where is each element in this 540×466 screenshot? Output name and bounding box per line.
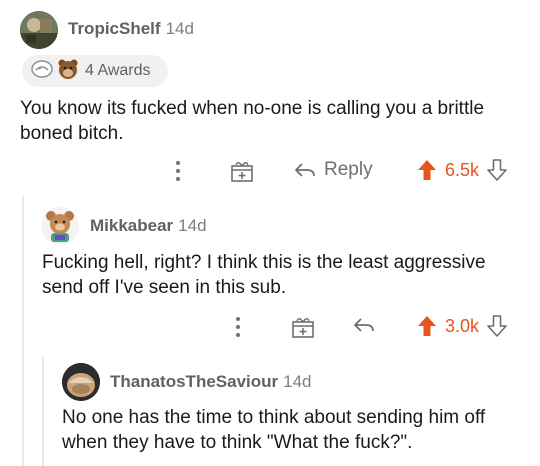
silver-award-icon xyxy=(31,59,53,84)
comment-meta: Mikkabear 14d xyxy=(90,216,207,236)
comment-body: You know its fucked when no-one is calli… xyxy=(20,98,485,144)
downvote-icon[interactable] xyxy=(487,315,507,337)
username[interactable]: TropicShelf xyxy=(68,19,161,39)
comment-body: Fucking hell, right? I think this is the… xyxy=(42,252,486,298)
upvote-icon[interactable] xyxy=(417,159,437,181)
thread-line xyxy=(22,196,24,466)
thread-line-nested xyxy=(42,357,44,466)
award-button[interactable] xyxy=(230,160,254,182)
vote-score: 3.0k xyxy=(445,315,480,336)
vote-score: 6.5k xyxy=(445,159,480,180)
comment-meta: TropicShelf 14d xyxy=(68,19,194,39)
reply-button[interactable]: Reply xyxy=(294,159,373,181)
vote-group: 3.0k xyxy=(417,315,507,337)
more-button[interactable] xyxy=(174,160,182,182)
bear-award-icon xyxy=(57,58,79,85)
awards-count: 4 Awards xyxy=(85,62,151,79)
username[interactable]: ThanatosTheSaviour xyxy=(110,372,278,392)
award-gift-icon xyxy=(292,318,314,338)
avatar[interactable] xyxy=(20,11,58,49)
award-button[interactable] xyxy=(291,316,315,338)
downvote-icon[interactable] xyxy=(487,159,507,181)
more-icon xyxy=(236,317,240,337)
comment-body: No one has the time to think about sendi… xyxy=(62,407,486,453)
award-gift-icon xyxy=(231,162,253,182)
comment-meta: ThanatosTheSaviour 14d xyxy=(110,372,312,392)
reply-label: Reply xyxy=(324,159,373,180)
awards-pill[interactable]: 4 Awards xyxy=(22,55,168,87)
reply-arrow-icon xyxy=(295,163,315,177)
more-button[interactable] xyxy=(234,316,242,338)
reply-button[interactable] xyxy=(353,316,375,334)
comment-age: 14d xyxy=(283,372,312,391)
comment-age: 14d xyxy=(165,19,194,38)
avatar[interactable] xyxy=(40,206,80,246)
avatar[interactable] xyxy=(62,363,100,401)
comment-age: 14d xyxy=(178,216,207,235)
username[interactable]: Mikkabear xyxy=(90,216,173,236)
more-icon xyxy=(176,161,180,181)
reply-arrow-icon xyxy=(354,318,374,332)
vote-group: 6.5k xyxy=(417,159,507,181)
upvote-icon[interactable] xyxy=(417,315,437,337)
